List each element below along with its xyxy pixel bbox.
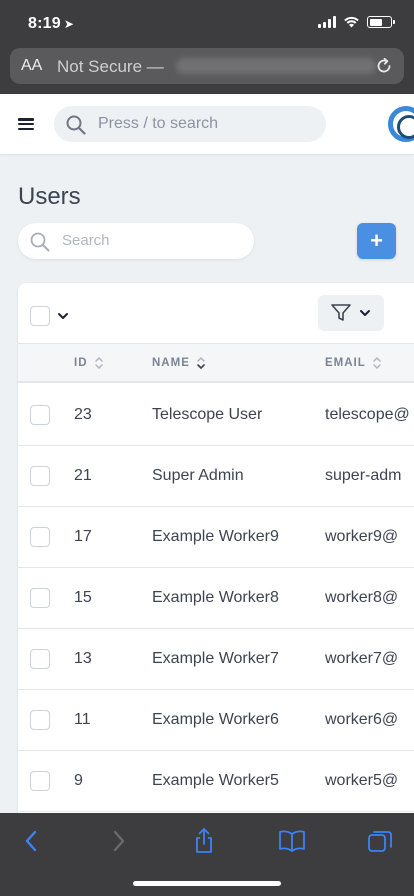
search-icon: [66, 115, 86, 135]
cell-name: Example Worker6: [152, 711, 279, 728]
select-all-checkbox[interactable]: [30, 306, 50, 326]
table-toolbar: [18, 283, 414, 343]
cell-name: Example Worker8: [152, 589, 279, 606]
reader-aa-button[interactable]: AA: [21, 57, 42, 75]
reload-icon[interactable]: [374, 56, 394, 76]
table-header: ID NAME EMAIL: [18, 343, 414, 383]
chevron-down-icon: [360, 310, 370, 316]
cell-email: worker7@: [325, 650, 399, 667]
search-icon: [30, 232, 50, 252]
cell-email: worker6@: [325, 711, 399, 728]
table-row[interactable]: 15 Example Worker8 worker8@: [18, 568, 414, 629]
resource-search-placeholder: Search: [62, 232, 110, 249]
column-header-email[interactable]: EMAIL: [325, 356, 382, 370]
battery-icon: [367, 16, 395, 28]
cell-id: 15: [74, 589, 92, 606]
resource-search-input[interactable]: Search: [18, 223, 254, 259]
cell-email: super-adm: [325, 467, 402, 484]
row-checkbox[interactable]: [30, 405, 50, 425]
sort-icon: [94, 357, 103, 369]
location-arrow-icon: ➤: [63, 17, 75, 31]
table-row[interactable]: 11 Example Worker6 worker6@: [18, 690, 414, 751]
table-row[interactable]: 17 Example Worker9 worker9@: [18, 507, 414, 568]
cell-name: Example Worker5: [152, 772, 279, 789]
chevron-left-icon[interactable]: [18, 827, 46, 855]
table-row[interactable]: 13 Example Worker7 worker7@: [18, 629, 414, 690]
filter-icon: [331, 304, 351, 321]
table-row[interactable]: 23 Telescope User telescope@: [18, 385, 414, 446]
table-row[interactable]: 9 Example Worker5 worker5@: [18, 751, 414, 812]
sort-icon: [373, 357, 381, 369]
global-search-placeholder: Press / to search: [98, 115, 219, 132]
cell-name: Telescope User: [152, 406, 263, 423]
row-checkbox[interactable]: [30, 710, 50, 730]
status-time: 8:19 ➤: [28, 15, 74, 33]
cell-name: Example Worker7: [152, 650, 279, 667]
chevron-right-icon[interactable]: [104, 827, 132, 855]
cell-name: Super Admin: [152, 467, 244, 484]
page-title: Users: [18, 183, 81, 210]
row-checkbox[interactable]: [30, 527, 50, 547]
tabs-icon[interactable]: [366, 827, 394, 855]
cell-id: 13: [74, 650, 92, 667]
cell-id: 21: [74, 467, 92, 484]
cell-email: worker5@: [325, 772, 399, 789]
cell-id: 9: [74, 772, 83, 789]
sort-icon: [197, 357, 205, 369]
app-header: Press / to search: [0, 94, 414, 154]
cell-email: worker8@: [325, 589, 399, 606]
safari-top-chrome: 8:19 ➤ AA Not Secure —: [0, 0, 414, 94]
menu-icon[interactable]: [18, 118, 34, 130]
book-icon[interactable]: [278, 827, 306, 855]
column-header-name[interactable]: NAME: [152, 356, 206, 370]
global-search-input[interactable]: Press / to search: [54, 106, 326, 142]
cellular-signal-icon: [318, 16, 336, 28]
column-header-id[interactable]: ID: [74, 356, 104, 370]
wifi-icon: [344, 16, 359, 28]
cell-id: 17: [74, 528, 92, 545]
status-time-text: 8:19: [28, 15, 61, 32]
status-bar: 8:19 ➤: [0, 0, 414, 48]
row-checkbox[interactable]: [30, 771, 50, 791]
table-row[interactable]: 21 Super Admin super-adm: [18, 446, 414, 507]
row-checkbox[interactable]: [30, 466, 50, 486]
chevron-down-icon[interactable]: [56, 309, 70, 323]
row-checkbox[interactable]: [30, 588, 50, 608]
cell-id: 11: [74, 711, 91, 728]
home-indicator: [133, 881, 281, 886]
app-logo[interactable]: [388, 106, 414, 142]
row-checkbox[interactable]: [30, 649, 50, 669]
cell-email: telescope@: [325, 406, 410, 423]
cell-id: 23: [74, 406, 92, 423]
cell-email: worker9@: [325, 528, 399, 545]
resource-table-card: ID NAME EMAIL 23 Telescope User telescope@…: [18, 283, 414, 823]
url-bar[interactable]: AA Not Secure —: [10, 48, 404, 84]
url-redacted: [176, 58, 376, 74]
create-user-button[interactable]: +: [357, 223, 396, 259]
status-icons: [318, 16, 395, 28]
cell-name: Example Worker9: [152, 528, 279, 545]
url-security-text: Not Secure —: [57, 57, 164, 76]
filter-button[interactable]: [318, 295, 384, 331]
share-icon[interactable]: [190, 827, 218, 855]
